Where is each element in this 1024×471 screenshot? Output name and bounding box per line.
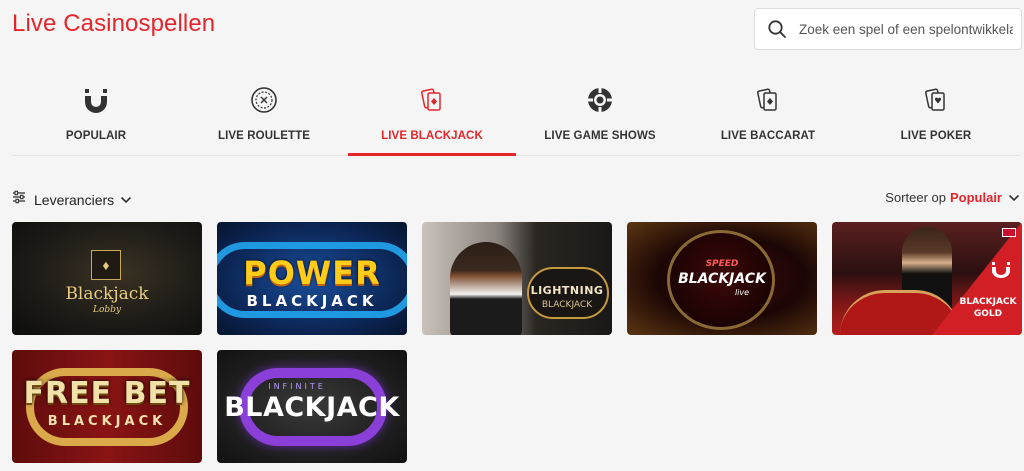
tab-live-baccarat[interactable]: LIVE BACCARAT xyxy=(684,72,852,155)
game-tile-free-bet-blackjack[interactable]: FREE BET BLACKJACK xyxy=(12,350,202,463)
blackjack-cards-icon xyxy=(418,78,446,122)
game-tile-lightning-blackjack[interactable]: LIGHTNING BLACKJACK xyxy=(422,222,612,335)
sort-value: Populair xyxy=(949,190,1002,205)
game-subtitle: BLACKJACK xyxy=(541,300,593,310)
poker-chip-icon xyxy=(586,78,614,122)
chevron-down-icon xyxy=(1008,190,1020,205)
game-subtitle: BLACKJACK xyxy=(47,414,167,429)
game-tile-power-blackjack[interactable]: POWER BLACKJACK xyxy=(217,222,407,335)
cards-logo-icon: ♦ xyxy=(91,250,121,280)
brand-logo-icon xyxy=(992,262,1010,283)
game-tile-blackjack-gold[interactable]: BLACKJACK GOLD xyxy=(832,222,1022,335)
tab-label: LIVE POKER xyxy=(900,130,972,142)
game-subtitle: BLACKJACK xyxy=(678,271,766,287)
tab-label: LIVE BACCARAT xyxy=(720,130,816,142)
providers-filter[interactable]: Leveranciers xyxy=(12,190,132,209)
game-title: Blackjack xyxy=(65,284,149,304)
game-title: POWER xyxy=(243,254,381,292)
uk-flag-icon xyxy=(1002,228,1016,237)
providers-label: Leveranciers xyxy=(34,191,115,208)
category-tabs: POPULAIR LIVE ROULETTE LIVE BLACKJACK LI… xyxy=(12,72,1020,156)
sliders-icon xyxy=(12,190,26,209)
game-subtitle: GOLD xyxy=(973,309,1003,319)
roulette-wheel-icon xyxy=(250,78,278,122)
game-tag: live xyxy=(734,288,750,297)
tab-label: POPULAIR xyxy=(65,130,127,142)
tab-live-blackjack[interactable]: LIVE BLACKJACK xyxy=(348,72,516,156)
tab-label: LIVE GAME SHOWS xyxy=(544,130,656,142)
game-subtitle: Lobby xyxy=(92,305,121,315)
search-input[interactable] xyxy=(799,21,1013,37)
game-subtitle: BLACKJACK xyxy=(224,392,400,423)
tab-label: LIVE ROULETTE xyxy=(217,130,311,142)
game-title: INFINITE xyxy=(268,382,326,391)
game-title: BLACKJACK xyxy=(959,297,1017,307)
dealer-image xyxy=(450,242,522,335)
poker-cards-icon xyxy=(922,78,950,122)
game-subtitle: BLACKJACK xyxy=(246,292,378,310)
game-tile-speed-blackjack[interactable]: SPEED BLACKJACK live xyxy=(627,222,817,335)
sort-dropdown[interactable]: Sorteer op Populair xyxy=(885,190,1020,205)
tab-live-roulette[interactable]: LIVE ROULETTE xyxy=(180,72,348,155)
tab-live-game-shows[interactable]: LIVE GAME SHOWS xyxy=(516,72,684,155)
game-title: FREE BET xyxy=(23,376,191,411)
chevron-down-icon xyxy=(120,191,132,209)
search-box[interactable] xyxy=(754,8,1022,50)
game-title: SPEED xyxy=(705,259,739,269)
tab-label: LIVE BLACKJACK xyxy=(381,130,483,142)
baccarat-cards-icon xyxy=(754,78,782,122)
game-tile-infinite-blackjack[interactable]: INFINITE BLACKJACK xyxy=(217,350,407,463)
game-tile-blackjack-lobby[interactable]: ♦ Blackjack Lobby xyxy=(12,222,202,335)
sort-prefix: Sorteer op xyxy=(885,190,946,205)
tab-live-poker[interactable]: LIVE POKER xyxy=(852,72,1020,155)
tab-populair[interactable]: POPULAIR xyxy=(12,72,180,155)
popular-brand-icon xyxy=(82,78,110,122)
game-title: LIGHTNING xyxy=(530,284,604,297)
page-title: Live Casinospellen xyxy=(12,10,216,37)
search-icon[interactable] xyxy=(755,8,799,50)
